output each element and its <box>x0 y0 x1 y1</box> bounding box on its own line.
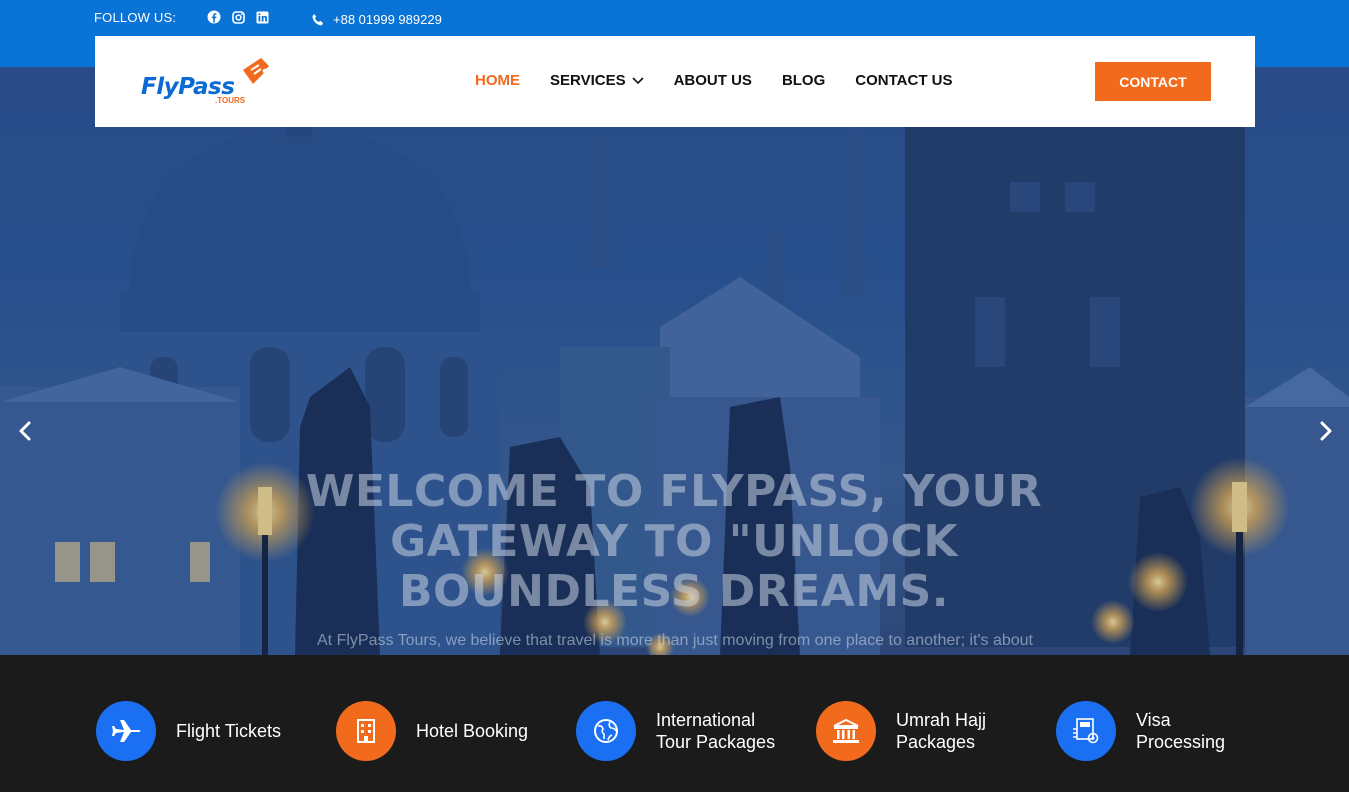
nav-blog[interactable]: BLOG <box>782 72 825 89</box>
logo-name-part1: Fly <box>141 74 179 100</box>
service-visa-processing[interactable]: Visa Processing <box>1056 701 1225 761</box>
mosque-icon <box>816 701 876 761</box>
nav-services[interactable]: SERVICES <box>550 72 644 89</box>
services-strip: Flight Tickets Hotel Booking Internation… <box>0 655 1349 792</box>
service-label: Visa Processing <box>1136 709 1225 753</box>
visa-document-icon <box>1056 701 1116 761</box>
phone-icon <box>312 13 323 25</box>
facebook-icon[interactable] <box>207 10 221 24</box>
service-label: Hotel Booking <box>416 721 529 741</box>
follow-us-label: FOLLOW US: <box>94 10 177 25</box>
service-label-line2: Tour Packages <box>656 732 776 752</box>
service-umrah-hajj-packages[interactable]: Umrah Hajj Packages <box>816 701 986 761</box>
service-label: International Tour Packages <box>656 709 775 753</box>
service-label-line2: Processing <box>1136 732 1226 752</box>
main-nav: HOME SERVICES ABOUT US BLOG CONTACT US <box>475 72 983 89</box>
phone-contact[interactable]: +88 01999 989229 <box>311 12 442 27</box>
linkedin-icon[interactable] <box>255 10 269 24</box>
chevron-right-icon <box>1320 421 1332 441</box>
nav-home[interactable]: HOME <box>475 72 520 89</box>
service-flight-tickets[interactable]: Flight Tickets <box>96 701 281 761</box>
contact-button[interactable]: CONTACT <box>1095 62 1211 101</box>
phone-number: +88 01999 989229 <box>333 12 442 27</box>
building-icon <box>336 701 396 761</box>
slider-prev-arrow[interactable] <box>14 419 38 443</box>
hero-subtitle: At FlyPass Tours, we believe that travel… <box>317 632 1033 649</box>
ticket-logo-icon <box>243 58 269 84</box>
service-label-line1: International <box>656 710 756 730</box>
nav-about-us[interactable]: ABOUT US <box>674 72 752 89</box>
chevron-left-icon <box>19 421 31 441</box>
instagram-icon[interactable] <box>231 10 245 24</box>
nav-contact-us[interactable]: CONTACT US <box>855 72 952 89</box>
hero-slider: WELCOME TO FLYPASS, YOUR GATEWAY TO "UNL… <box>0 67 1349 655</box>
flypass-logo[interactable]: FlyPass .TOURS <box>141 56 273 108</box>
service-label-line1: Visa <box>1136 710 1171 730</box>
service-hotel-booking[interactable]: Hotel Booking <box>336 701 528 761</box>
slider-next-arrow[interactable] <box>1313 419 1337 443</box>
globe-icon <box>576 701 636 761</box>
service-label: Umrah Hajj Packages <box>896 709 986 753</box>
hero-title: WELCOME TO FLYPASS, YOUR GATEWAY TO "UNL… <box>305 466 1043 617</box>
service-label-line1: Umrah Hajj <box>896 710 987 730</box>
chevron-down-icon <box>632 76 644 84</box>
service-label: Flight Tickets <box>176 721 282 741</box>
logo-suffix: .TOURS <box>215 96 246 105</box>
airplane-icon <box>96 701 156 761</box>
nav-services-label: SERVICES <box>550 72 626 89</box>
main-header: FlyPass .TOURS HOME SERVICES ABOUT US BL… <box>95 36 1255 127</box>
service-label-line2: Packages <box>896 732 976 752</box>
service-international-tour-packages[interactable]: International Tour Packages <box>576 701 775 761</box>
